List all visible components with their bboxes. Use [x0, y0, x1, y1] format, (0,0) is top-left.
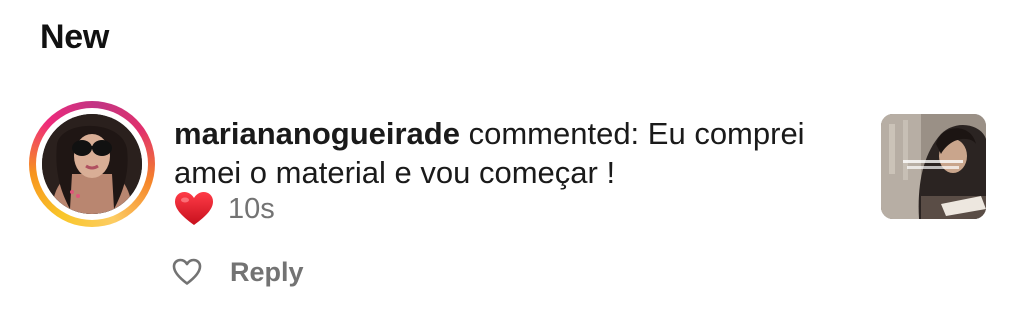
- notification-comment[interactable]: mariananogueirade commented: Eu comprei …: [174, 114, 834, 192]
- post-thumbnail-image: [881, 114, 986, 219]
- heart-outline-icon[interactable]: [172, 258, 202, 286]
- red-heart-emoji-icon: [174, 191, 214, 227]
- avatar-image: [42, 114, 142, 214]
- notification-meta: 10s: [174, 189, 275, 229]
- section-title: New: [40, 18, 110, 56]
- avatar[interactable]: [42, 114, 142, 214]
- reply-button[interactable]: Reply: [230, 257, 304, 288]
- story-ring[interactable]: [29, 101, 155, 227]
- comment-actions: Reply: [172, 253, 304, 291]
- post-thumbnail[interactable]: [881, 114, 986, 219]
- username-link[interactable]: mariananogueirade: [174, 116, 460, 151]
- timestamp: 10s: [228, 192, 275, 225]
